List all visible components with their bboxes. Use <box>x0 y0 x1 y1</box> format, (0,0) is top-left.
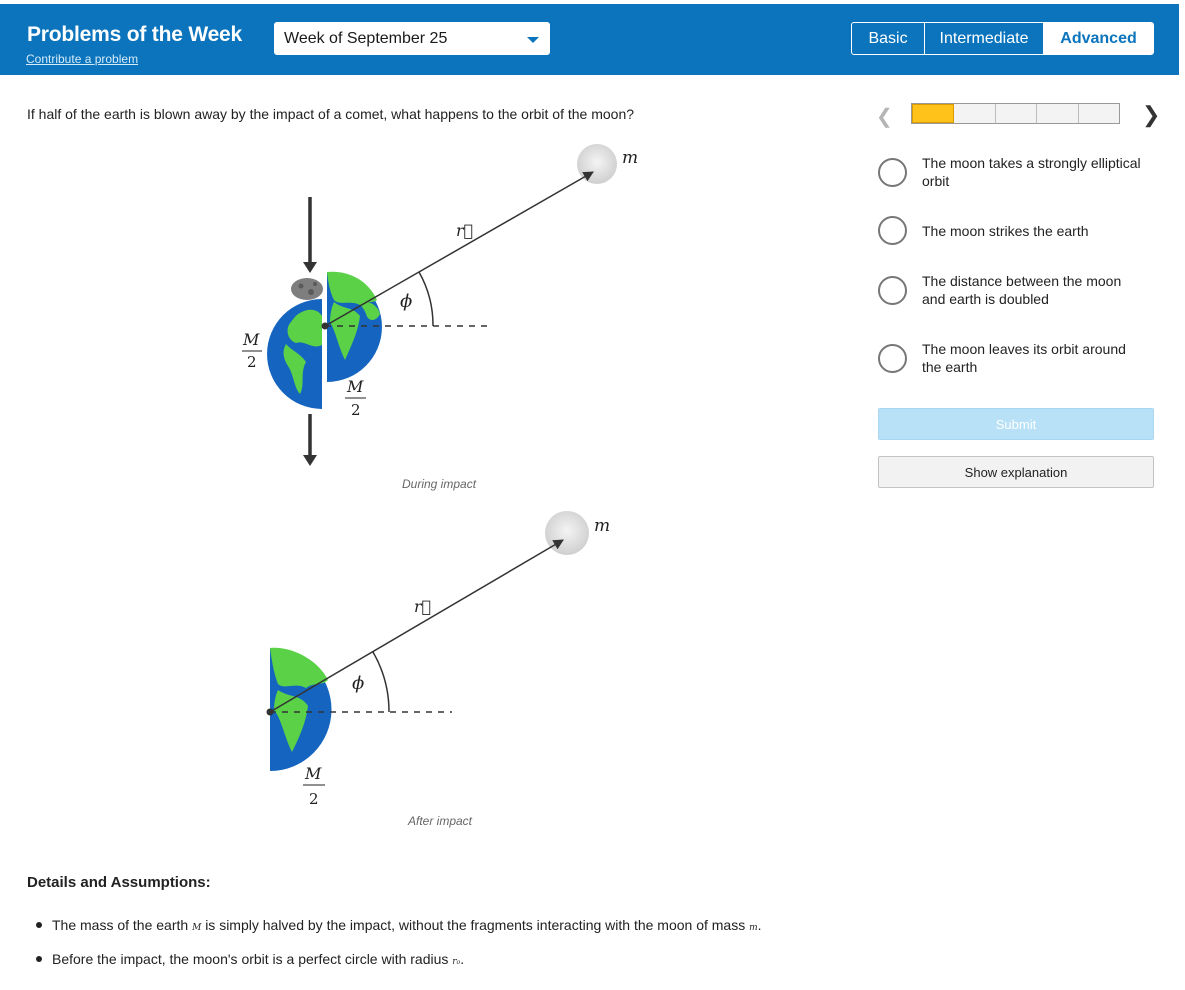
bullet-1-text-b: is simply halved by the impact, without … <box>205 917 746 933</box>
position-vector-label-after: r⃗ <box>414 597 431 616</box>
radio-button[interactable] <box>878 276 907 305</box>
details-bullet-2: Before the impact, the moon's orbit is a… <box>36 951 464 967</box>
position-vector-line <box>324 171 594 327</box>
details-heading: Details and Assumptions: <box>27 874 211 891</box>
chevron-down-icon <box>527 37 539 43</box>
radio-button[interactable] <box>878 158 907 187</box>
previous-problem-chevron-left-icon[interactable]: ❮ <box>876 104 893 129</box>
show-explanation-button[interactable]: Show explanation <box>878 456 1154 488</box>
bullet-dot <box>36 922 42 928</box>
progress-segment-4[interactable] <box>1037 104 1079 123</box>
caption-during-impact: During impact <box>402 477 477 491</box>
moon-icon-after <box>545 511 589 555</box>
moon-mass-label-after: m <box>594 516 610 536</box>
answer-option-3-line2: and earth is doubled <box>922 291 1049 307</box>
contribute-problem-link[interactable]: Contribute a problem <box>26 52 138 66</box>
bullet-dot <box>36 956 42 962</box>
details-bullet-1: The mass of the earth M is simply halved… <box>36 917 762 933</box>
bullet-1-end: . <box>757 917 762 933</box>
level-tab-advanced[interactable]: Advanced <box>1044 23 1153 54</box>
progress-segment-3[interactable] <box>996 104 1038 123</box>
half-mass-left-numerator: M <box>242 330 260 349</box>
caption-after-impact: After impact <box>408 814 473 828</box>
moon-mass-label: m <box>622 148 638 168</box>
half-mass-right-denominator: 2 <box>351 401 361 419</box>
angle-arc-after <box>372 651 390 713</box>
bullet-1-text-a: The mass of the earth <box>52 917 189 933</box>
difficulty-level-tabs: Basic Intermediate Advanced <box>851 22 1154 55</box>
half-mass-left-denominator: 2 <box>247 353 257 371</box>
answer-option-1-line1: The moon takes a strongly elliptical <box>922 155 1141 171</box>
position-vector-line-after <box>269 539 564 713</box>
angle-arc <box>418 271 434 327</box>
half-mass-numerator-after: M <box>304 764 322 783</box>
answer-option-3-line1: The distance between the moon <box>922 273 1122 289</box>
radio-button[interactable] <box>878 216 907 245</box>
progress-segment-2[interactable] <box>954 104 996 123</box>
position-vector-label: r⃗ <box>456 221 473 240</box>
level-tab-intermediate[interactable]: Intermediate <box>925 23 1044 54</box>
next-problem-chevron-right-icon[interactable]: ❯ <box>1142 102 1160 128</box>
mass-earth-variable: M <box>192 923 202 933</box>
angle-phi-label: ϕ <box>400 291 412 312</box>
page-title: Problems of the Week <box>27 23 243 46</box>
answer-option-4-line2: the earth <box>922 359 978 375</box>
week-select-dropdown[interactable]: Week of September 25 <box>274 22 550 55</box>
half-mass-right-numerator: M <box>346 377 364 396</box>
answer-option-1-line2: orbit <box>922 173 950 189</box>
problem-progress-bar <box>911 103 1120 124</box>
earth-right-half-icon <box>327 271 382 382</box>
question-text: If half of the earth is blown away by th… <box>27 106 635 122</box>
earth-left-half-icon <box>267 299 322 409</box>
half-mass-denominator-after: 2 <box>309 790 319 808</box>
progress-segment-1[interactable] <box>912 104 955 123</box>
week-select-value: Week of September 25 <box>284 30 448 47</box>
comet-icon <box>291 278 323 300</box>
mass-moon-variable: m <box>749 923 758 933</box>
radio-button[interactable] <box>878 344 907 373</box>
answer-option-2-line1: The moon strikes the earth <box>922 223 1089 239</box>
earth-remaining-half-icon <box>270 647 332 771</box>
top-header-bar: Problems of the Week Contribute a proble… <box>0 4 1179 75</box>
angle-phi-label-after: ϕ <box>352 673 364 694</box>
answer-option-4-line1: The moon leaves its orbit around <box>922 341 1126 357</box>
level-tab-basic[interactable]: Basic <box>852 23 925 54</box>
progress-segment-5[interactable] <box>1079 104 1119 123</box>
bullet-2-text-a: Before the impact, the moon's orbit is a… <box>52 951 449 967</box>
submit-button[interactable]: Submit <box>878 408 1154 440</box>
bullet-2-end: . <box>460 951 465 967</box>
